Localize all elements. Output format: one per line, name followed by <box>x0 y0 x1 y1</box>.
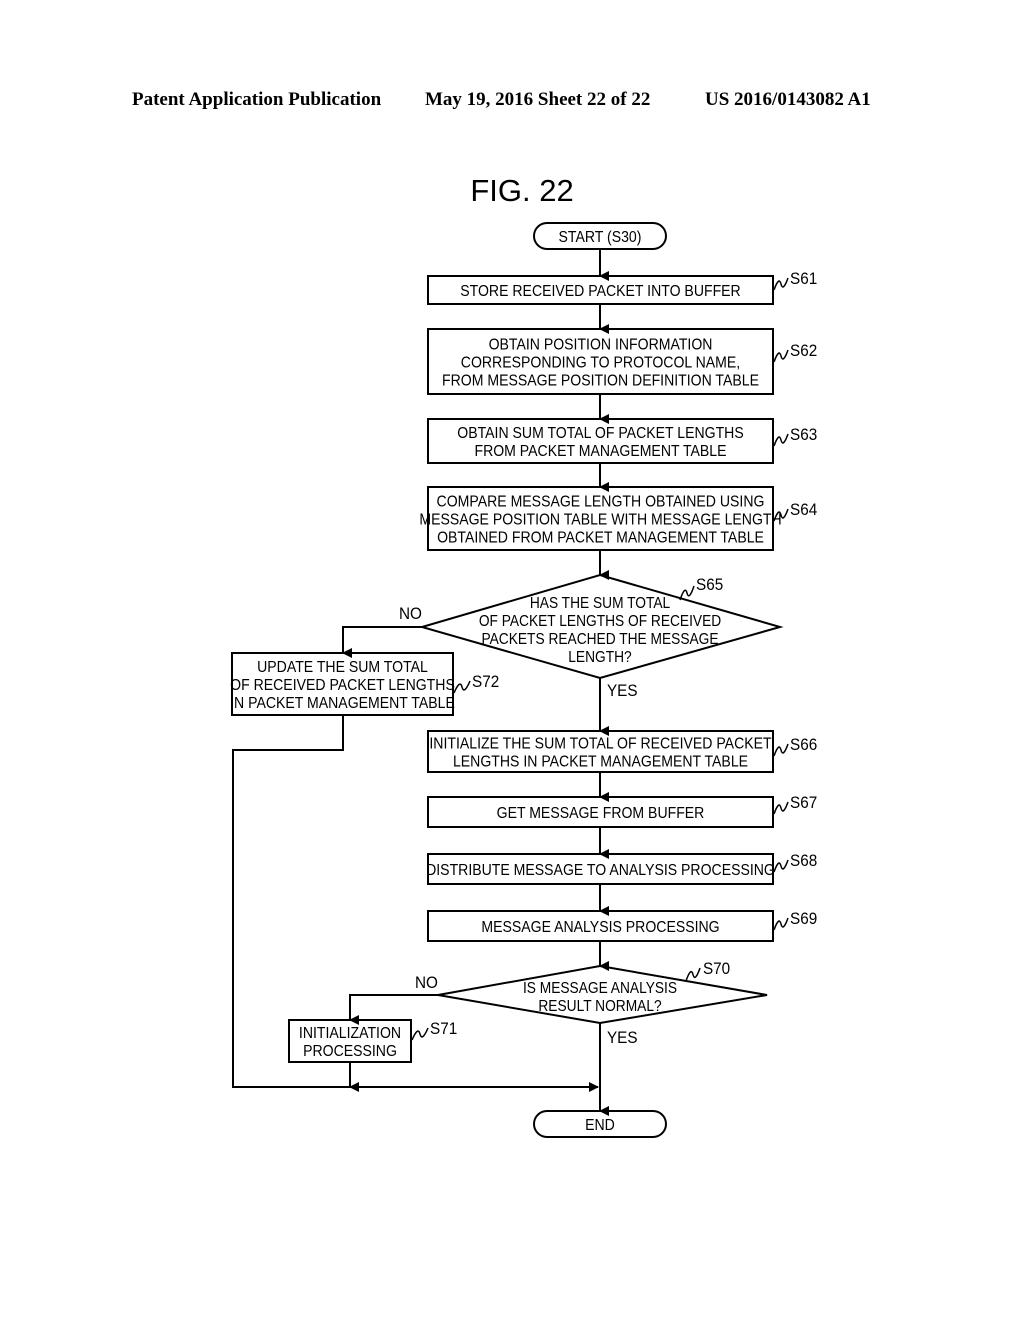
step-text-s61-line: STORE RECEIVED PACKET INTO BUFFER <box>460 282 741 300</box>
start-terminal-text-line: START (S30) <box>559 228 642 246</box>
step-text-s69-line: MESSAGE ANALYSIS PROCESSING <box>481 918 719 936</box>
step-text-s71-line: PROCESSING <box>303 1042 397 1060</box>
step-text-s72-line: IN PACKET MANAGEMENT TABLE <box>230 694 455 712</box>
decision-text-s70-line: IS MESSAGE ANALYSIS <box>523 979 677 997</box>
leader-s72 <box>453 680 471 694</box>
arrow-s70-no-s71 <box>349 994 438 1025</box>
step-label-s64: S64 <box>790 500 817 519</box>
leader-s63 <box>773 433 789 447</box>
step-text-s68-line: DISTRIBUTE MESSAGE TO ANALYSIS PROCESSIN… <box>426 861 775 879</box>
leader-s69 <box>773 917 789 931</box>
step-text-s66-line: LENGTHS IN PACKET MANAGEMENT TABLE <box>453 753 748 771</box>
leader-s66 <box>773 743 789 757</box>
decision-text-s65-line: HAS THE SUM TOTAL <box>530 594 670 612</box>
leader-s67 <box>773 801 789 815</box>
leader-s68 <box>773 859 789 873</box>
step-label-s66: S66 <box>790 735 817 754</box>
step-label-s65: S65 <box>696 575 723 594</box>
leader-s62 <box>773 349 789 363</box>
step-text-s62-line: OBTAIN POSITION INFORMATION <box>489 336 713 354</box>
decision-text-s70-line: RESULT NORMAL? <box>538 997 661 1015</box>
step-label-s71: S71 <box>430 1019 457 1038</box>
yes-label-s70: YES <box>607 1028 638 1047</box>
decision-text-s65-line: OF PACKET LENGTHS OF RECEIVED <box>479 612 722 630</box>
step-text-s64-line: MESSAGE POSITION TABLE WITH MESSAGE LENG… <box>419 511 781 529</box>
arrow-s72-end <box>232 715 599 1092</box>
step-label-s69: S69 <box>790 909 817 928</box>
leader-s71 <box>411 1027 429 1041</box>
step-text-s72-line: OF RECEIVED PACKET LENGTHS <box>230 676 455 694</box>
flowchart: START (S30) STORE RECEIVED PACKET INTO BU… <box>230 222 817 1138</box>
yes-label-s65: YES <box>607 681 638 700</box>
step-label-s63: S63 <box>790 425 817 444</box>
decision-text-s65-line: LENGTH? <box>568 648 631 666</box>
leader-s61 <box>773 277 789 291</box>
step-text-s63-line: FROM PACKET MANAGEMENT TABLE <box>474 442 726 460</box>
step-label-s70: S70 <box>703 959 730 978</box>
step-label-s68: S68 <box>790 851 817 870</box>
arrow-s65-no-s72 <box>342 626 422 658</box>
step-text-s62-line: FROM MESSAGE POSITION DEFINITION TABLE <box>442 372 759 390</box>
step-text-s64-line: OBTAINED FROM PACKET MANAGEMENT TABLE <box>437 529 764 547</box>
step-label-s72: S72 <box>472 672 499 691</box>
step-text-s62-line: CORRESPONDING TO PROTOCOL NAME, <box>461 354 740 372</box>
step-label-s67: S67 <box>790 793 817 812</box>
step-text-s72-line: UPDATE THE SUM TOTAL <box>257 658 428 676</box>
end-terminal-text-line: END <box>585 1116 615 1134</box>
no-label-s65: NO <box>399 604 422 623</box>
step-text-s71-line: INITIALIZATION <box>299 1024 401 1042</box>
leader-s70 <box>685 967 701 982</box>
decision-text-s65-line: PACKETS REACHED THE MESSAGE <box>481 630 718 648</box>
step-label-s62: S62 <box>790 341 817 360</box>
step-text-s67-line: GET MESSAGE FROM BUFFER <box>497 804 705 822</box>
step-label-s61: S61 <box>790 269 817 288</box>
no-label-s70: NO <box>415 973 438 992</box>
step-text-s63-line: OBTAIN SUM TOTAL OF PACKET LENGTHS <box>457 424 743 442</box>
step-text-s66-line: INITIALIZE THE SUM TOTAL OF RECEIVED PAC… <box>429 735 771 753</box>
step-text-s64-line: COMPARE MESSAGE LENGTH OBTAINED USING <box>437 493 765 511</box>
